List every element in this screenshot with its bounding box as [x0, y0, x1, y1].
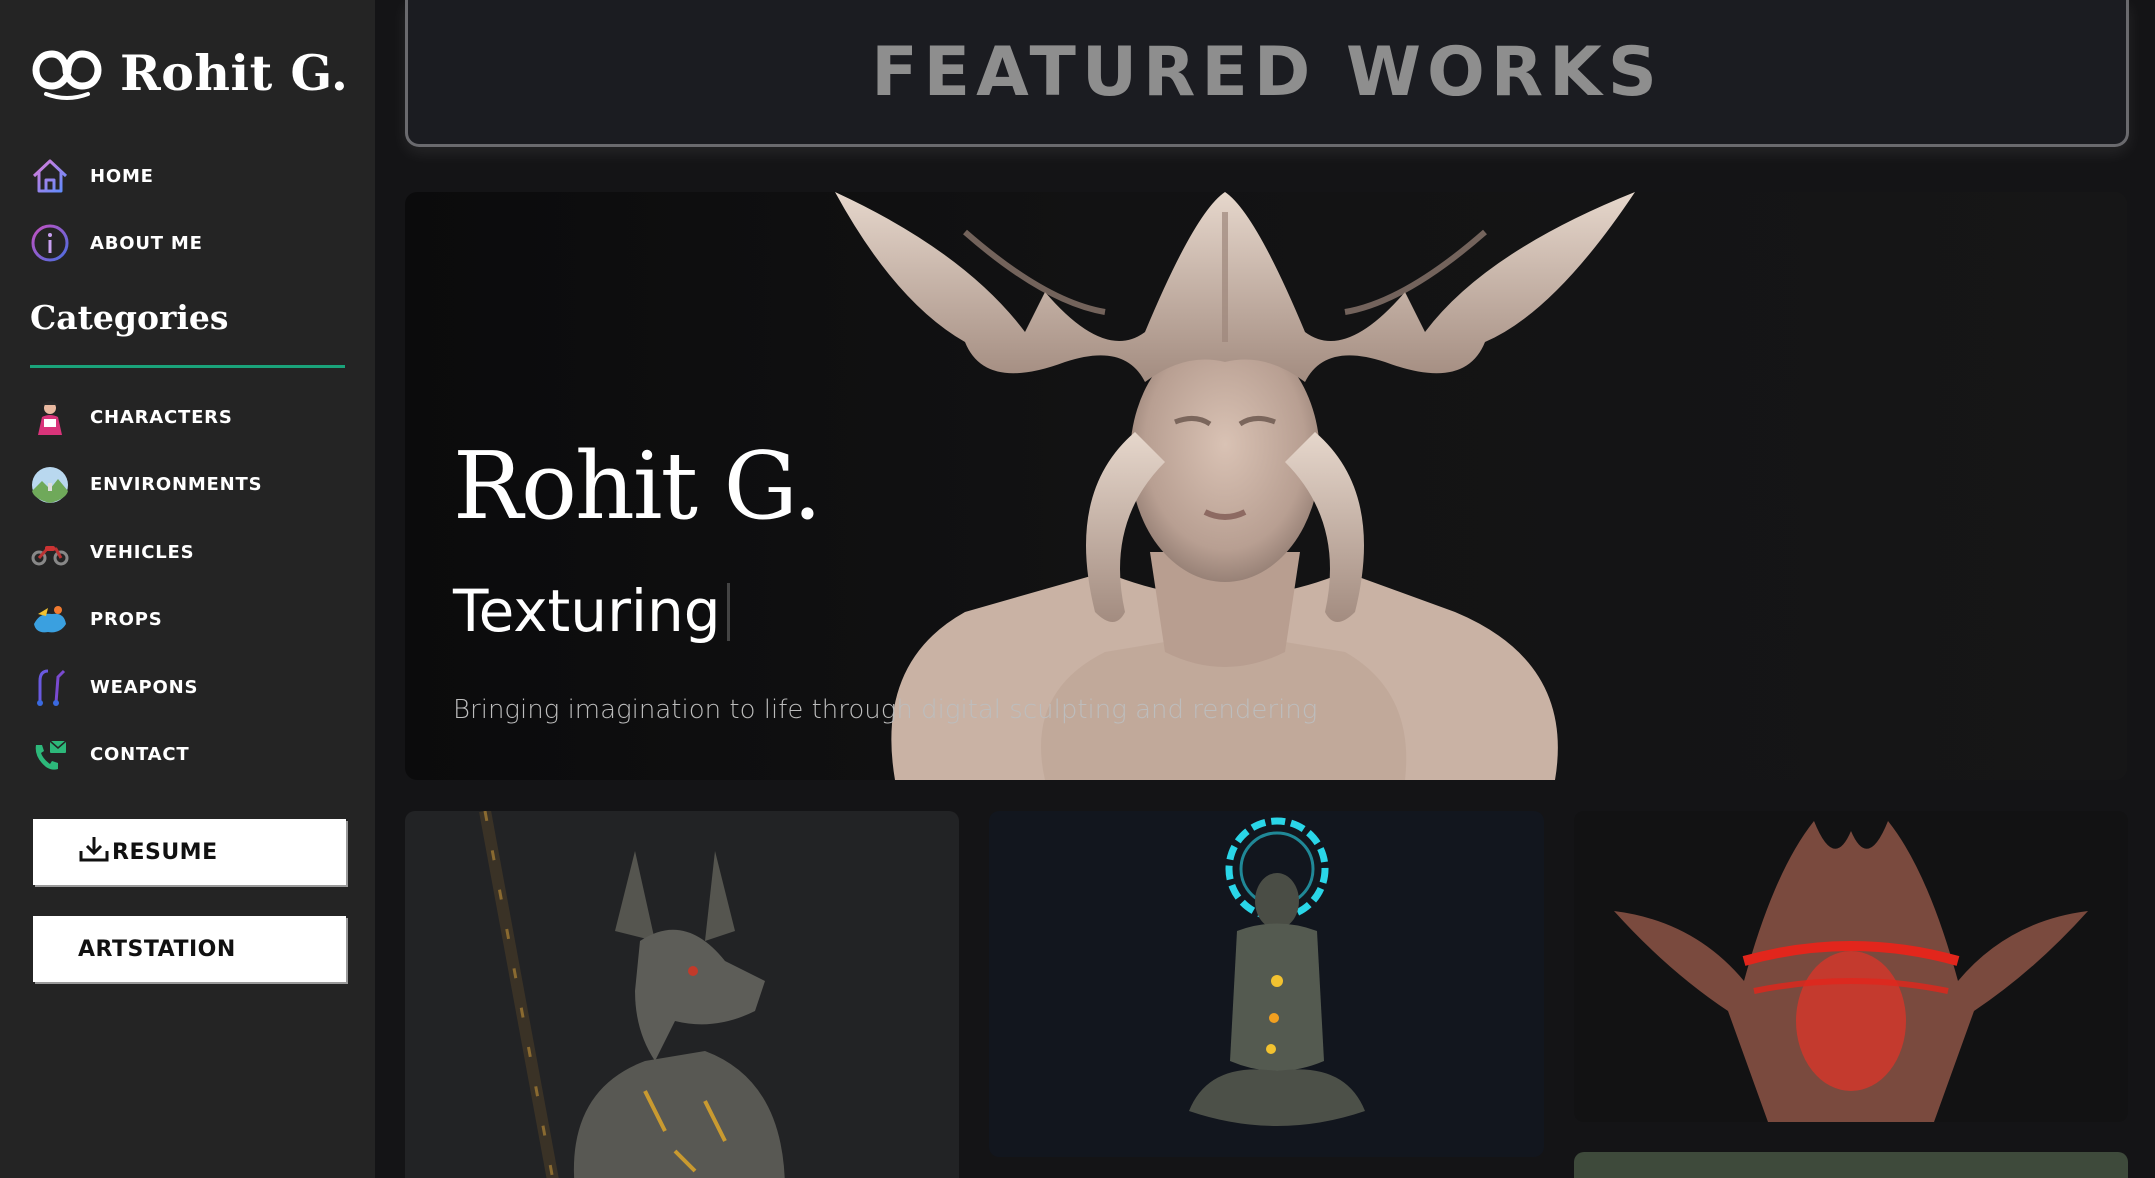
nav-vehicles-label: VEHICLES	[90, 541, 195, 563]
hero-tagline: Bringing imagination to life through dig…	[453, 695, 1318, 725]
info-icon	[30, 223, 70, 263]
typing-caret	[726, 583, 730, 641]
nav-about-label: ABOUT ME	[90, 232, 203, 254]
resume-label: RESUME	[112, 839, 218, 865]
nav-contact-label: CONTACT	[90, 744, 190, 765]
infinity-icon	[32, 50, 102, 100]
project-card-demon-queen[interactable]	[1574, 811, 2128, 1122]
demon-queen-sculpt-image	[1614, 821, 2088, 1122]
hero-role-text: Texturing	[453, 577, 721, 645]
project-card-meditation[interactable]	[989, 811, 1544, 1157]
nav-home-label: HOME	[90, 165, 154, 187]
categories-heading: Categories	[30, 298, 229, 337]
nav-props-label: PROPS	[90, 609, 163, 630]
categories-nav: CHARACTERS ENVIRONMENTS VEHICLES PROPS W…	[30, 396, 350, 801]
hero-role: Texturing	[453, 577, 730, 645]
nav-characters-label: CHARACTERS	[90, 406, 233, 428]
brand-logo[interactable]: Rohit G.	[32, 44, 349, 102]
featured-header: FEATURED WORKS	[405, 0, 2129, 147]
nav-about[interactable]: ABOUT ME	[30, 222, 350, 264]
home-icon	[30, 156, 70, 196]
landscape-icon	[30, 465, 70, 505]
nav-vehicles[interactable]: VEHICLES	[30, 531, 350, 573]
artstation-button[interactable]: ARTSTATION	[33, 916, 346, 982]
featured-title: FEATURED WORKS	[871, 32, 1663, 112]
artstation-label: ARTSTATION	[78, 936, 236, 962]
nav-contact[interactable]: CONTACT	[30, 734, 350, 776]
weapons-icon	[30, 667, 70, 707]
nav-props[interactable]: PROPS	[30, 599, 350, 641]
nav-weapons[interactable]: WEAPONS	[30, 666, 350, 708]
motorcycle-icon	[30, 532, 70, 572]
sidebar: Rohit G. HOME ABOUT ME Categories CHARAC…	[0, 0, 375, 1178]
project-card-partial[interactable]	[1574, 1152, 2128, 1178]
resume-button[interactable]: RESUME	[33, 819, 346, 885]
project-card-anubis[interactable]	[405, 811, 959, 1178]
categories-divider	[30, 365, 345, 368]
nav-weapons-label: WEAPONS	[90, 676, 199, 698]
props-icon	[30, 600, 70, 640]
anubis-sculpt-image	[479, 811, 785, 1178]
download-icon	[78, 834, 110, 870]
hero-banner: Rohit G. Texturing Bringing imagination …	[405, 192, 2127, 780]
character-icon	[30, 397, 70, 437]
hero-name: Rohit G.	[453, 432, 822, 540]
meditation-sculpt-image	[1189, 817, 1365, 1126]
nav-environments[interactable]: ENVIRONMENTS	[30, 464, 350, 506]
phone-mail-icon	[30, 735, 70, 775]
nav-environments-label: ENVIRONMENTS	[90, 474, 263, 495]
main-nav: HOME ABOUT ME	[30, 155, 350, 289]
nav-characters[interactable]: CHARACTERS	[30, 396, 350, 438]
brand-name: Rohit G.	[120, 44, 349, 102]
nav-home[interactable]: HOME	[30, 155, 350, 197]
